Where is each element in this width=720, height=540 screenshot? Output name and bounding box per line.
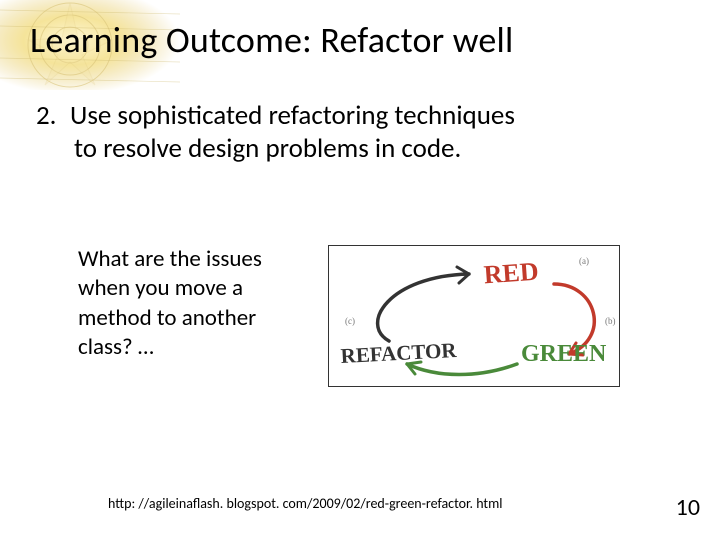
slide: Learning Outcome: Refactor well 2.Use so…: [0, 0, 720, 540]
list-text-line1: Use sophisticated refactoring techniques: [70, 99, 515, 132]
diagram-label-red: RED: [483, 257, 540, 290]
diagram-label-refactor: REFACTOR: [340, 338, 458, 368]
svg-text:(a): (a): [579, 256, 589, 266]
svg-text:(c): (c): [345, 316, 355, 326]
slide-title: Learning Outcome: Refactor well: [30, 18, 690, 62]
page-number: 10: [676, 493, 700, 522]
list-text-line2: to resolve design problems in code.: [36, 133, 660, 166]
svg-text:(b): (b): [605, 316, 616, 326]
red-green-refactor-diagram: RED GREEN REFACTOR (a) (b) (c): [328, 245, 620, 387]
outcome-list: 2.Use sophisticated refactoring techniqu…: [36, 100, 660, 166]
source-url: http: //agileinaflash. blogspot. com/200…: [108, 495, 503, 512]
list-number: 2.: [36, 100, 70, 133]
question-text: What are the issues when you move a meth…: [78, 245, 308, 363]
content-row: What are the issues when you move a meth…: [78, 245, 680, 387]
diagram-label-green: GREEN: [521, 341, 607, 367]
